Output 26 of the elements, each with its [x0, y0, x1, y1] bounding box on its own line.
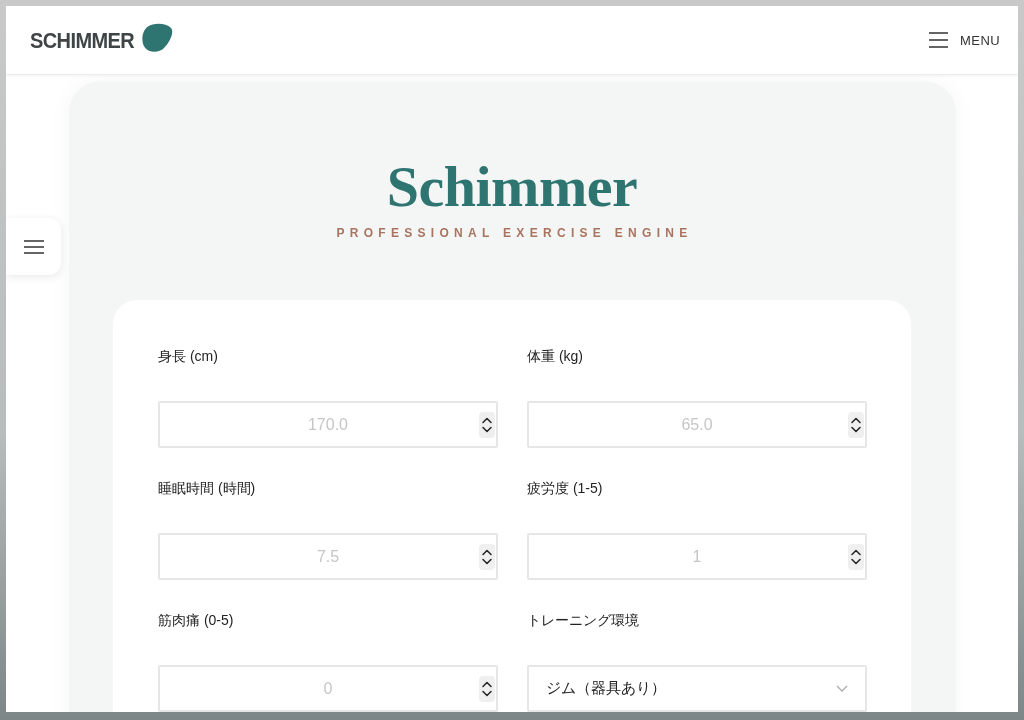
number-field[interactable]: 7.5 — [158, 533, 498, 580]
number-field[interactable]: 65.0 — [527, 401, 867, 448]
field-label: 疲労度 (1-5) — [527, 479, 603, 498]
spinner-icon[interactable] — [479, 676, 495, 702]
sidebar-toggle-button[interactable] — [6, 218, 61, 275]
number-field[interactable]: 170.0 — [158, 401, 498, 448]
logo-text[interactable]: SCHIMMER — [30, 27, 135, 53]
field-label: 睡眠時間 (時間) — [158, 479, 256, 498]
menu-icon — [23, 239, 44, 254]
select-field[interactable]: ジム（器具あり） — [527, 665, 867, 712]
app-title: Schimmer — [386, 153, 638, 221]
spinner-icon[interactable] — [848, 412, 864, 438]
chevron-down-icon — [836, 685, 848, 692]
number-field[interactable]: 0 — [158, 665, 498, 712]
number-field[interactable]: 1 — [527, 533, 867, 580]
spinner-icon[interactable] — [479, 544, 495, 570]
blob-logo-icon — [141, 23, 174, 53]
field-label: トレーニング環境 — [527, 611, 639, 630]
field-label: 筋肉痛 (0-5) — [158, 611, 234, 630]
field-label: 身長 (cm) — [158, 347, 218, 366]
app-subtitle: PROFESSIONAL EXERCISE ENGINE — [335, 225, 693, 241]
spinner-icon[interactable] — [848, 544, 864, 570]
field-label: 体重 (kg) — [527, 347, 583, 366]
menu-icon — [929, 32, 949, 48]
menu-button[interactable]: MENU — [929, 32, 1000, 48]
spinner-icon[interactable] — [479, 412, 495, 438]
